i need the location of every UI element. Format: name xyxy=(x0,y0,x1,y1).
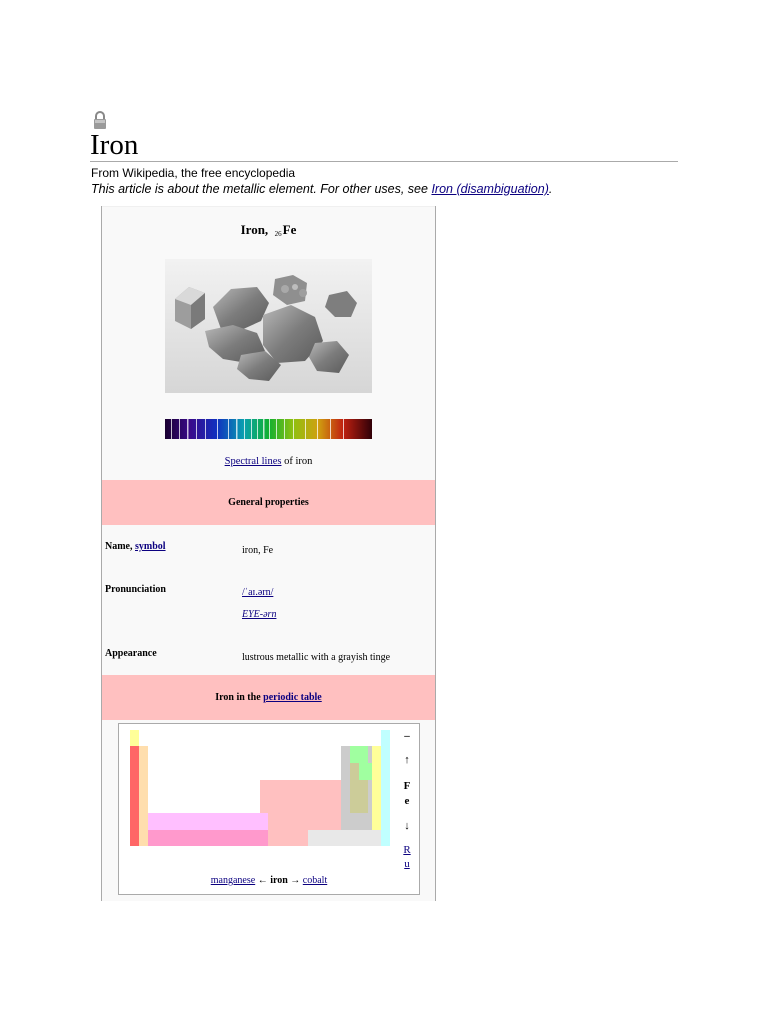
spectral-caption-suffix: of iron xyxy=(281,456,313,467)
infobox-title: Iron, 26Fe xyxy=(102,222,435,238)
pronunciation-ipa: /ˈaɪ.ərn/ xyxy=(242,587,273,598)
pt-above-element: – xyxy=(404,730,410,742)
name-label: Name, xyxy=(105,541,135,552)
next-element-link[interactable]: cobalt xyxy=(303,875,327,886)
infobox-element-name: Iron, xyxy=(240,222,269,237)
pt-below-element-2[interactable]: u xyxy=(402,858,412,870)
appearance-value: lustrous metallic with a grayish tinge xyxy=(242,652,391,663)
page-title: Iron xyxy=(90,129,139,161)
current-element: iron xyxy=(270,875,288,886)
element-navigation: manganese ← iron → cobalt xyxy=(119,875,419,886)
element-infobox: Iron, 26Fe Spectral lines of iron Genera… xyxy=(101,206,436,901)
pronunciation-respelling: EYE-ərn xyxy=(242,609,276,620)
pt-hydrogen[interactable] xyxy=(130,730,139,746)
pt-below-element[interactable]: R xyxy=(402,844,412,856)
spectral-caption: Spectral lines of iron xyxy=(102,456,435,467)
pt-symbol-bottom: e xyxy=(404,795,410,807)
infobox-element-symbol: Fe xyxy=(282,222,297,237)
periodic-table-link[interactable]: periodic table xyxy=(263,692,322,703)
pt-below-link-1[interactable]: R xyxy=(403,844,410,856)
pt-lanthanides[interactable] xyxy=(148,813,268,830)
lock-icon xyxy=(94,111,106,129)
section-periodic-table: Iron in the periodic table xyxy=(102,675,435,720)
pronunciation-respelling-link[interactable]: EYE-ərn xyxy=(242,609,276,620)
left-arrow-icon: ← xyxy=(255,875,271,886)
spectral-lines-image[interactable] xyxy=(165,419,372,439)
pt-alkali-metals[interactable] xyxy=(130,746,139,846)
pt-nonmetals-2[interactable] xyxy=(359,763,372,780)
pt-unknown[interactable] xyxy=(308,830,381,846)
pronunciation-ipa-link[interactable]: /ˈaɪ.ərn/ xyxy=(242,587,273,598)
pt-symbol-top: F xyxy=(403,780,411,792)
pt-actinides[interactable] xyxy=(148,830,268,846)
name-symbol-label: Name, symbol xyxy=(105,541,166,552)
prev-element-link[interactable]: manganese xyxy=(211,875,255,886)
pt-halogens[interactable] xyxy=(372,746,381,830)
section-general-properties: General properties xyxy=(102,480,435,525)
hatnote: This article is about the metallic eleme… xyxy=(91,181,552,197)
hatnote-suffix: . xyxy=(548,182,553,196)
hatnote-text: This article is about the metallic eleme… xyxy=(91,182,432,196)
pt-down-arrow-icon[interactable]: ↓ xyxy=(402,820,412,832)
name-symbol-value: iron, Fe xyxy=(242,545,274,556)
appearance-label: Appearance xyxy=(105,648,157,659)
iron-sample-photo[interactable] xyxy=(165,259,372,393)
site-tagline: From Wikipedia, the free encyclopedia xyxy=(91,166,296,180)
symbol-link[interactable]: symbol xyxy=(135,541,166,552)
pt-nonmetals[interactable] xyxy=(350,746,368,763)
pt-noble-gases[interactable] xyxy=(381,730,390,846)
pt-alkaline-earth[interactable] xyxy=(139,746,148,846)
periodic-prefix: Iron in the xyxy=(215,692,264,703)
right-arrow-icon: → xyxy=(287,875,303,886)
spectral-lines-link[interactable]: Spectral lines xyxy=(225,456,282,467)
title-divider xyxy=(90,161,678,162)
infobox-atomic-number: 26 xyxy=(274,230,282,238)
periodic-table-mini: – ↑ F e ↓ R u manganese ← iron → cobalt xyxy=(118,723,420,895)
pt-metalloids-2[interactable] xyxy=(359,780,368,813)
pronunciation-label: Pronunciation xyxy=(105,584,166,595)
pt-metalloids[interactable] xyxy=(350,763,359,813)
pt-below-link-2[interactable]: u xyxy=(404,858,410,870)
pt-up-arrow-icon[interactable]: ↑ xyxy=(402,754,412,766)
disambiguation-link[interactable]: Iron (disambiguation) xyxy=(431,182,548,196)
